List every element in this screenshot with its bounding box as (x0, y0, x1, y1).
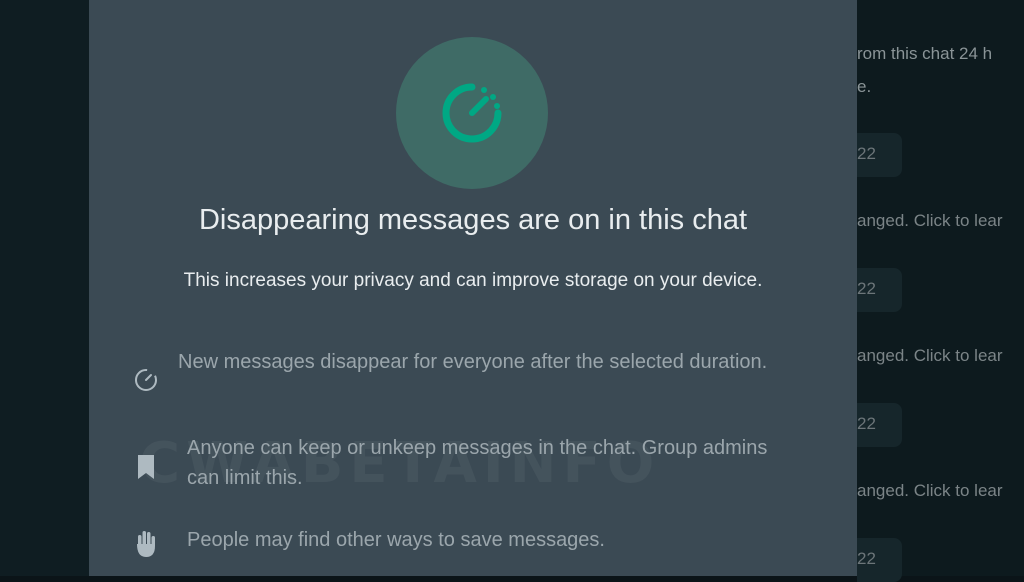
hand-icon (129, 527, 163, 561)
timer-icon (442, 83, 502, 143)
feature-text: New messages disappear for everyone afte… (178, 351, 768, 373)
dialog-title: Disappearing messages are on in this cha… (198, 204, 748, 236)
feature-item: Anyone can keep or unkeep messages in th… (129, 433, 829, 495)
bookmark-icon (129, 450, 163, 484)
feature-item: New messages disappear for everyone afte… (129, 347, 829, 409)
feature-text: Anyone can keep or unkeep messages in th… (187, 437, 768, 489)
background-date: 22 (857, 549, 876, 568)
background-message: rom this chat 24 h (857, 44, 993, 63)
timer-icon (129, 363, 163, 397)
background-date: 22 (857, 414, 876, 433)
disappearing-timer-illustration (396, 37, 548, 189)
left-panel-background (0, 0, 90, 576)
feature-text: People may find other ways to save messa… (187, 529, 605, 551)
system-notice[interactable]: anged. Click to lear (857, 211, 1003, 231)
background-date: 22 (857, 144, 876, 163)
background-message: e. (857, 77, 872, 96)
system-notice[interactable]: anged. Click to lear (857, 481, 1003, 501)
system-notice[interactable]: anged. Click to lear (857, 346, 1003, 366)
background-date: 22 (857, 279, 876, 298)
feature-item: People may find other ways to save messa… (129, 525, 829, 561)
disappearing-messages-dialog: Disappearing messages are on in this cha… (89, 0, 857, 576)
dialog-subtitle: This increases your privacy and can impr… (183, 270, 763, 291)
